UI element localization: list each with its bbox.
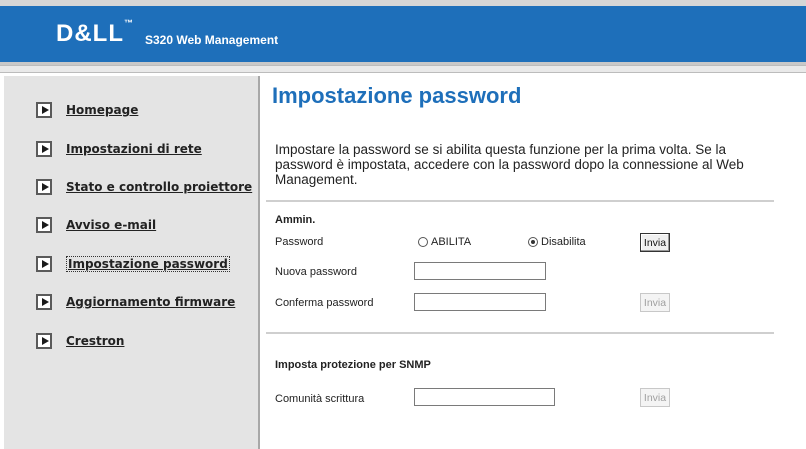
- confirm-password-label: Conferma password: [275, 297, 374, 309]
- password-submit-button[interactable]: Invia: [640, 233, 670, 252]
- radio-disable-label: Disabilita: [541, 236, 586, 248]
- snmp-section-heading: Imposta protezione per SNMP: [275, 359, 431, 371]
- arrow-right-icon[interactable]: [36, 141, 52, 157]
- sidebar-item-crestron[interactable]: Crestron: [36, 333, 124, 349]
- page-title: Impostazione password: [272, 83, 522, 108]
- radio-disable[interactable]: Disabilita: [528, 236, 586, 248]
- arrow-right-icon[interactable]: [36, 256, 52, 272]
- page-description: Impostare la password se si abilita ques…: [275, 142, 744, 187]
- sidebar-item-label[interactable]: Stato e controllo proiettore: [66, 180, 252, 194]
- radio-enable[interactable]: ABILITA: [418, 236, 471, 248]
- header-bar: D&LL™ S320 Web Management: [0, 6, 806, 65]
- radio-button[interactable]: [418, 237, 428, 247]
- radio-enable-label: ABILITA: [431, 236, 472, 248]
- sidebar-item-impostazioni-di-rete[interactable]: Impostazioni di rete: [36, 141, 202, 157]
- arrow-right-icon[interactable]: [36, 333, 52, 349]
- radio-button[interactable]: [528, 237, 538, 247]
- new-password-input[interactable]: [414, 262, 546, 280]
- sidebar-item-impostazione-password[interactable]: Impostazione password: [36, 256, 230, 272]
- sidebar-item-avviso-e-mail[interactable]: Avviso e-mail: [36, 217, 156, 233]
- write-community-label: Comunità scrittura: [275, 393, 365, 405]
- sidebar-item-label[interactable]: Avviso e-mail: [66, 218, 156, 232]
- sidebar-item-label[interactable]: Homepage: [66, 103, 138, 117]
- sidebar-item-stato-e-controllo-proiettore[interactable]: Stato e controllo proiettore: [36, 179, 252, 195]
- sidebar-item-label[interactable]: Impostazione password: [66, 256, 230, 272]
- arrow-right-icon[interactable]: [36, 179, 52, 195]
- dell-logo: D&LL™: [56, 18, 134, 47]
- arrow-right-icon[interactable]: [36, 102, 52, 118]
- admin-section-heading: Ammin.: [275, 214, 316, 226]
- product-title: S320 Web Management: [145, 33, 279, 47]
- sidebar-divider: [258, 76, 260, 449]
- section-divider: [266, 200, 774, 202]
- header-separator: [0, 65, 806, 73]
- write-community-input[interactable]: [414, 388, 555, 406]
- sidebar-item-homepage[interactable]: Homepage: [36, 102, 138, 118]
- arrow-right-icon[interactable]: [36, 294, 52, 310]
- section-divider: [266, 332, 774, 334]
- sidebar-item-label[interactable]: Crestron: [66, 334, 124, 348]
- snmp-submit-button[interactable]: Invia: [640, 388, 670, 407]
- confirm-password-submit-button[interactable]: Invia: [640, 293, 670, 312]
- password-label: Password: [275, 236, 324, 248]
- sidebar-item-label[interactable]: Aggiornamento firmware: [66, 295, 235, 309]
- new-password-label: Nuova password: [275, 266, 357, 278]
- sidebar-item-label[interactable]: Impostazioni di rete: [66, 142, 202, 156]
- confirm-password-input[interactable]: [414, 293, 546, 311]
- sidebar-item-aggiornamento-firmware[interactable]: Aggiornamento firmware: [36, 294, 235, 310]
- arrow-right-icon[interactable]: [36, 217, 52, 233]
